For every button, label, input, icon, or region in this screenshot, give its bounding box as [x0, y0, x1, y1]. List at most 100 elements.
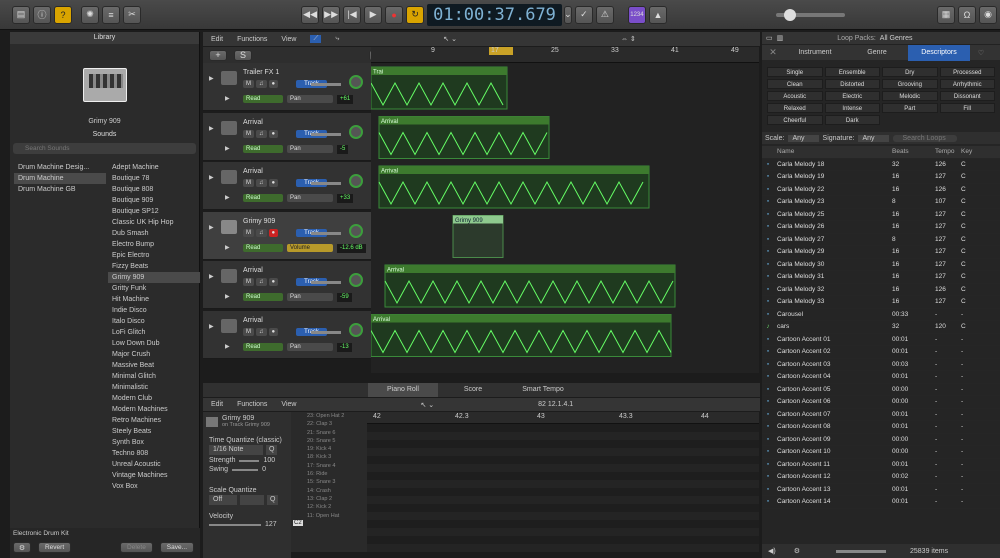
disclosure-icon[interactable]: ▶ — [209, 125, 214, 132]
drum-key-label[interactable]: 21: Snare 6 — [291, 429, 367, 437]
loop-row[interactable]: ▪ Cartoon Accent 05 00:00 - - — [762, 384, 1000, 396]
info-icon[interactable]: ⓘ — [33, 5, 51, 24]
track-name[interactable]: Grimy 909 — [243, 218, 275, 225]
quantize-button[interactable]: Q — [266, 445, 278, 455]
metronome-icon[interactable]: ⚠ — [595, 5, 614, 24]
loop-row[interactable]: ▪ Cartoon Accent 11 00:01 - - — [762, 459, 1000, 471]
category-item[interactable]: Drum Machine GB — [14, 184, 106, 195]
loop-row[interactable]: ▪ Cartoon Accent 06 00:00 - - — [762, 396, 1000, 409]
mixer-icon[interactable]: ≡ — [102, 5, 120, 24]
help-icon[interactable]: ? — [54, 5, 72, 24]
volume-slider[interactable] — [311, 182, 341, 185]
automation-play-icon[interactable]: ▶ — [225, 145, 230, 152]
loop-row[interactable]: ▪ Carla Melody 31 16 127 C — [762, 271, 1000, 284]
automation-mode-select[interactable]: Read — [243, 293, 283, 301]
master-volume-slider[interactable] — [775, 8, 845, 21]
patch-item[interactable]: Vox Box — [108, 481, 200, 492]
tuner-icon[interactable]: ✓ — [574, 5, 593, 24]
track-header[interactable]: ▶Trailer FX 1M♫●Track▶ReadPan+61 — [203, 63, 371, 111]
count-in-badge[interactable]: 1234 — [627, 5, 646, 24]
patch-item[interactable]: Boutique 78 — [108, 173, 200, 184]
patch-item[interactable]: Dub Smash — [108, 228, 200, 239]
swing-slider[interactable] — [232, 468, 259, 471]
region[interactable]: Arrival — [371, 314, 672, 357]
automation-param-select[interactable]: Pan — [287, 293, 333, 301]
automation-mode-select[interactable]: Read — [243, 194, 283, 202]
zoom-icon[interactable]: ⇔ ⇕ — [621, 35, 636, 43]
pan-knob[interactable] — [349, 75, 363, 89]
functions-menu[interactable]: Functions — [237, 36, 267, 43]
loop-row[interactable]: ▪ Carla Melody 30 16 127 C — [762, 259, 1000, 271]
patch-item[interactable]: Electro Bump — [108, 239, 200, 250]
loop-row[interactable]: ▪ Carla Melody 19 16 127 C — [762, 171, 1000, 184]
patch-item[interactable]: Hit Machine — [108, 294, 200, 305]
track-header[interactable]: ▶ArrivalM♫●Track▶ReadPan+33 — [203, 162, 371, 210]
strength-value[interactable]: 100 — [263, 457, 275, 464]
close-icon[interactable]: ✕ — [762, 47, 784, 58]
descriptor-button[interactable]: Dissonant — [939, 91, 995, 101]
cycle-button[interactable]: ↻ — [406, 5, 425, 24]
velocity-value[interactable]: 127 — [265, 521, 277, 528]
col-name[interactable]: Name — [774, 148, 892, 155]
editor-pointer-tool[interactable]: ↖ ⌄ — [420, 401, 434, 409]
pan-knob[interactable] — [349, 223, 363, 238]
metronome-button[interactable]: ▲ — [648, 5, 667, 24]
descriptor-button[interactable]: Clean — [767, 79, 823, 89]
signature-select[interactable]: Any — [858, 134, 889, 142]
scale-quantize-button[interactable]: Q — [267, 495, 279, 505]
tab-instrument[interactable]: Instrument — [784, 46, 846, 60]
descriptor-button[interactable]: Grooving — [882, 79, 938, 89]
patch-item[interactable]: Retro Machines — [108, 415, 200, 426]
col-key[interactable]: Key — [961, 148, 981, 155]
drum-key-label[interactable]: 13: Clap 2 — [291, 495, 367, 503]
record-button[interactable]: ● — [385, 5, 404, 24]
grimy-region[interactable]: Grimy 909 — [452, 215, 504, 258]
headphones-icon[interactable]: ♫ — [256, 327, 267, 336]
lcd-menu-icon[interactable]: ⌄ — [563, 5, 572, 24]
notepad-icon[interactable]: Ω — [958, 5, 976, 24]
add-track-button[interactable]: + — [209, 49, 227, 61]
record-enable-button[interactable]: ● — [268, 327, 279, 336]
region[interactable]: Arrival — [378, 116, 550, 159]
loop-row[interactable]: ▪ Cartoon Accent 13 00:01 - - — [762, 484, 1000, 496]
mute-button[interactable]: M — [243, 278, 254, 286]
automation-mode-select[interactable]: Read — [243, 144, 283, 153]
automation-param-select[interactable]: Volume — [287, 243, 333, 252]
headphones-icon[interactable]: ♫ — [256, 278, 267, 286]
descriptor-button[interactable]: Melodic — [882, 91, 938, 101]
view-menu[interactable]: View — [281, 36, 296, 43]
volume-slider[interactable] — [311, 132, 341, 136]
descriptor-button[interactable]: Distorted — [824, 79, 880, 89]
disclosure-icon[interactable]: ▶ — [209, 174, 214, 181]
patch-item[interactable]: Italo Disco — [108, 316, 200, 327]
drum-key-label[interactable]: 14: Crash — [291, 487, 367, 495]
pan-knob[interactable] — [349, 322, 363, 337]
patch-item[interactable]: Steely Beats — [108, 426, 200, 437]
patch-item[interactable]: Boutique 909 — [108, 195, 200, 206]
arrange-area[interactable]: Trai Arrival Arrival Arrival Arrival Grimy 90… — [371, 63, 759, 373]
editor-functions-menu[interactable]: Functions — [237, 401, 267, 408]
pan-knob[interactable] — [349, 174, 363, 188]
patch-item[interactable]: Unreal Acoustic — [108, 459, 200, 470]
automation-mode-select[interactable]: Read — [243, 95, 283, 103]
record-enable-button[interactable]: ● — [268, 129, 279, 138]
rewind-button[interactable]: ◀◀ — [301, 5, 320, 24]
library-icon[interactable]: ▤ — [12, 5, 30, 24]
edit-menu[interactable]: Edit — [211, 36, 223, 43]
automation-value[interactable]: -59 — [337, 293, 352, 302]
gear-icon[interactable]: ⚙ — [13, 542, 31, 553]
favorite-icon[interactable]: ♡ — [970, 49, 992, 57]
patch-item[interactable]: Vintage Machines — [108, 470, 200, 481]
patch-item[interactable]: Boutique 808 — [108, 184, 200, 195]
catch-icon[interactable]: ⤷ — [335, 35, 339, 43]
loop-packs-select[interactable]: All Genres — [880, 35, 913, 42]
record-enable-button[interactable]: ● — [268, 228, 279, 237]
headphones-icon[interactable]: ♫ — [256, 179, 267, 187]
save-button[interactable]: Save... — [159, 542, 194, 553]
tab-genre[interactable]: Genre — [846, 46, 908, 60]
speaker-icon[interactable]: ◀) — [768, 547, 776, 555]
mute-button[interactable]: M — [243, 179, 254, 187]
automation-value[interactable]: +33 — [337, 194, 354, 203]
list-editors-icon[interactable]: ▦ — [937, 5, 955, 24]
preview-volume-slider[interactable] — [836, 549, 886, 553]
